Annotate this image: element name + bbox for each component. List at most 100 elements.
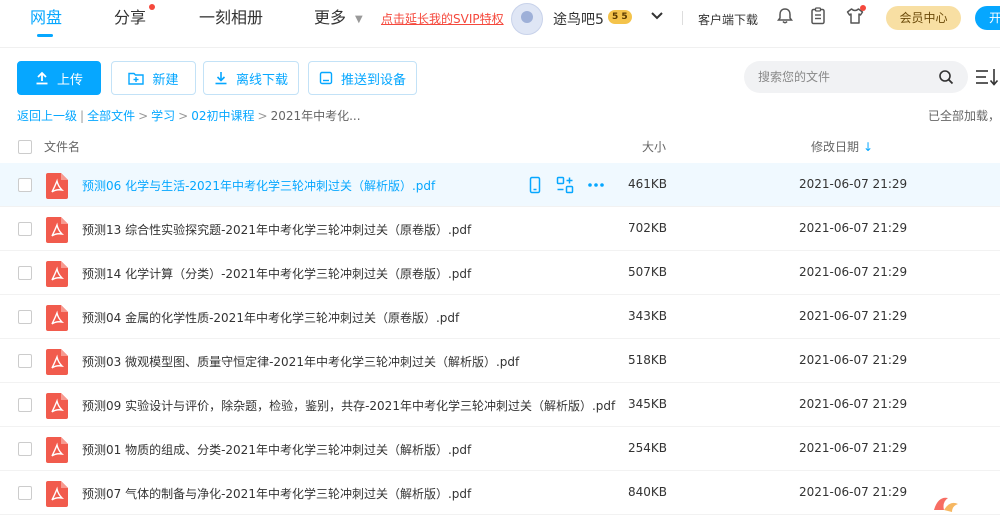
pdf-file-icon (46, 437, 68, 463)
pdf-file-icon (46, 481, 68, 507)
file-size: 507KB (627, 265, 667, 279)
sort-desc-icon: ↓ (863, 140, 874, 154)
file-name[interactable]: 预测06 化学与生活-2021年中考化学三轮冲刺过关（解析版）.pdf (82, 177, 435, 194)
column-header-name[interactable]: 文件名 (44, 138, 80, 155)
offline-download-label: 离线下载 (235, 71, 288, 87)
phone-icon[interactable] (526, 176, 544, 194)
file-date: 2021-06-07 21:29 (799, 309, 908, 323)
new-folder-button[interactable]: 新建 (111, 61, 196, 95)
push-device-label: 推送到设备 (340, 71, 406, 87)
breadcrumb-item-all-files[interactable]: 全部文件 (87, 109, 135, 123)
file-size: 702KB (627, 221, 667, 235)
row-checkbox[interactable] (18, 354, 32, 368)
chevron-down-icon[interactable] (650, 11, 664, 21)
share-notify-dot (149, 4, 155, 10)
column-header-date[interactable]: 修改日期 ↓ (811, 138, 873, 155)
file-date: 2021-06-07 21:29 (799, 353, 908, 367)
file-date: 2021-06-07 21:29 (799, 397, 908, 411)
new-label: 新建 (152, 71, 179, 87)
search-icon[interactable] (938, 69, 954, 85)
file-name[interactable]: 预测03 微观模型图、质量守恒定律-2021年中考化学三轮冲刺过关（解析版）.p… (82, 353, 519, 370)
row-checkbox[interactable] (18, 310, 32, 324)
pdf-file-icon (46, 261, 68, 287)
column-header-date-label: 修改日期 (811, 140, 860, 154)
upload-icon (36, 71, 48, 85)
top-nav: 网盘 分享 一刻相册 更多 ▼ 点击延长我的SVIP特权 途鸟吧5 5 5 客户… (0, 0, 1000, 48)
vip-level-badge: 5 5 (608, 10, 632, 24)
username[interactable]: 途鸟吧5 (553, 9, 604, 29)
file-name[interactable]: 预测14 化学计算（分类）-2021年中考化学三轮冲刺过关（原卷版）.pdf (82, 265, 471, 282)
file-name[interactable]: 预测01 物质的组成、分类-2021年中考化学三轮冲刺过关（解析版）.pdf (82, 441, 471, 458)
upload-label: 上传 (56, 71, 83, 87)
svip-extend-link[interactable]: 点击延长我的SVIP特权 (381, 10, 504, 27)
client-download-link[interactable]: 客户端下载 (698, 11, 758, 28)
file-name[interactable]: 预测04 金属的化学性质-2021年中考化学三轮冲刺过关（原卷版）.pdf (82, 309, 459, 326)
search-box (744, 61, 968, 93)
table-row[interactable]: 预测09 实验设计与评价，除杂题，检验，鉴别，共存-2021年中考化学三轮冲刺过… (0, 383, 1000, 427)
breadcrumb-separator: > (257, 109, 268, 123)
breadcrumb-item-junior-course[interactable]: 02初中课程 (191, 109, 254, 123)
file-date: 2021-06-07 21:29 (799, 441, 908, 455)
select-all-checkbox[interactable] (18, 140, 32, 154)
push-device-button[interactable]: 推送到设备 (308, 61, 417, 95)
upload-button[interactable]: 上传 (17, 61, 101, 95)
pdf-file-icon (46, 217, 68, 243)
table-row[interactable]: 预测01 物质的组成、分类-2021年中考化学三轮冲刺过关（解析版）.pdf 2… (0, 427, 1000, 471)
file-date: 2021-06-07 21:29 (799, 221, 908, 235)
tab-more[interactable]: 更多 (314, 0, 346, 48)
loaded-status: 已全部加载，共 (928, 109, 1000, 123)
file-name[interactable]: 预测09 实验设计与评价，除杂题，检验，鉴别，共存-2021年中考化学三轮冲刺过… (82, 397, 615, 414)
file-size: 343KB (627, 309, 667, 323)
search-input[interactable] (758, 61, 928, 93)
row-checkbox[interactable] (18, 442, 32, 456)
row-checkbox[interactable] (18, 266, 32, 280)
breadcrumb-item-study[interactable]: 学习 (151, 109, 175, 123)
bell-icon[interactable] (775, 6, 795, 26)
table-row[interactable]: 预测06 化学与生活-2021年中考化学三轮冲刺过关（解析版）.pdf 461K… (0, 163, 1000, 207)
file-size: 461KB (627, 177, 667, 191)
row-checkbox[interactable] (18, 486, 32, 500)
download-icon (215, 72, 227, 85)
breadcrumb-separator: > (178, 109, 189, 123)
pdf-file-icon (46, 393, 68, 419)
table-row[interactable]: 预测14 化学计算（分类）-2021年中考化学三轮冲刺过关（原卷版）.pdf 5… (0, 251, 1000, 295)
offline-download-button[interactable]: 离线下载 (203, 61, 299, 95)
clipboard-icon[interactable] (808, 6, 828, 26)
pdf-file-icon (46, 349, 68, 375)
table-row[interactable]: 预测04 金属的化学性质-2021年中考化学三轮冲刺过关（原卷版）.pdf 34… (0, 295, 1000, 339)
sort-list-icon[interactable] (975, 66, 999, 88)
pdf-file-icon (46, 305, 68, 331)
skin-notify-dot (860, 5, 866, 11)
file-size: 518KB (627, 353, 667, 367)
device-icon (319, 71, 333, 85)
file-date: 2021-06-07 21:29 (799, 265, 908, 279)
renew-button[interactable]: 开通 (975, 6, 1000, 30)
tab-share[interactable]: 分享 (114, 0, 146, 48)
watermark-logo-icon (934, 497, 958, 512)
more-caret-icon[interactable]: ▼ (355, 14, 363, 25)
tab-album[interactable]: 一刻相册 (199, 0, 263, 48)
pdf-file-icon (46, 173, 68, 199)
breadcrumb-back[interactable]: 返回上一级 (17, 109, 77, 123)
column-header-size[interactable]: 大小 (642, 138, 666, 155)
table-row[interactable]: 预测07 气体的制备与净化-2021年中考化学三轮冲刺过关（解析版）.pdf 8… (0, 471, 1000, 515)
file-name[interactable]: 预测13 综合性实验探究题-2021年中考化学三轮冲刺过关（原卷版）.pdf (82, 221, 471, 238)
breadcrumb: 返回上一级 | 全部文件 > 学习 >02初中课程 >2021年中考化... (17, 107, 361, 124)
breadcrumb-separator: | (80, 109, 85, 123)
file-date: 2021-06-07 21:29 (799, 177, 908, 191)
table-row[interactable]: 预测03 微观模型图、质量守恒定律-2021年中考化学三轮冲刺过关（解析版）.p… (0, 339, 1000, 383)
table-row[interactable]: 预测13 综合性实验探究题-2021年中考化学三轮冲刺过关（原卷版）.pdf 7… (0, 207, 1000, 251)
file-size: 254KB (627, 441, 667, 455)
avatar[interactable] (511, 3, 543, 35)
file-name[interactable]: 预测07 气体的制备与净化-2021年中考化学三轮冲刺过关（解析版）.pdf (82, 485, 471, 502)
new-folder-icon (128, 72, 145, 85)
row-checkbox[interactable] (18, 398, 32, 412)
file-size: 840KB (627, 485, 667, 499)
file-size: 345KB (627, 397, 667, 411)
row-checkbox[interactable] (18, 178, 32, 192)
row-checkbox[interactable] (18, 222, 32, 236)
file-date: 2021-06-07 21:29 (799, 485, 908, 499)
member-center-button[interactable]: 会员中心 (886, 6, 961, 30)
share-link-icon[interactable] (556, 176, 574, 194)
tab-netdisk[interactable]: 网盘 (30, 0, 62, 48)
